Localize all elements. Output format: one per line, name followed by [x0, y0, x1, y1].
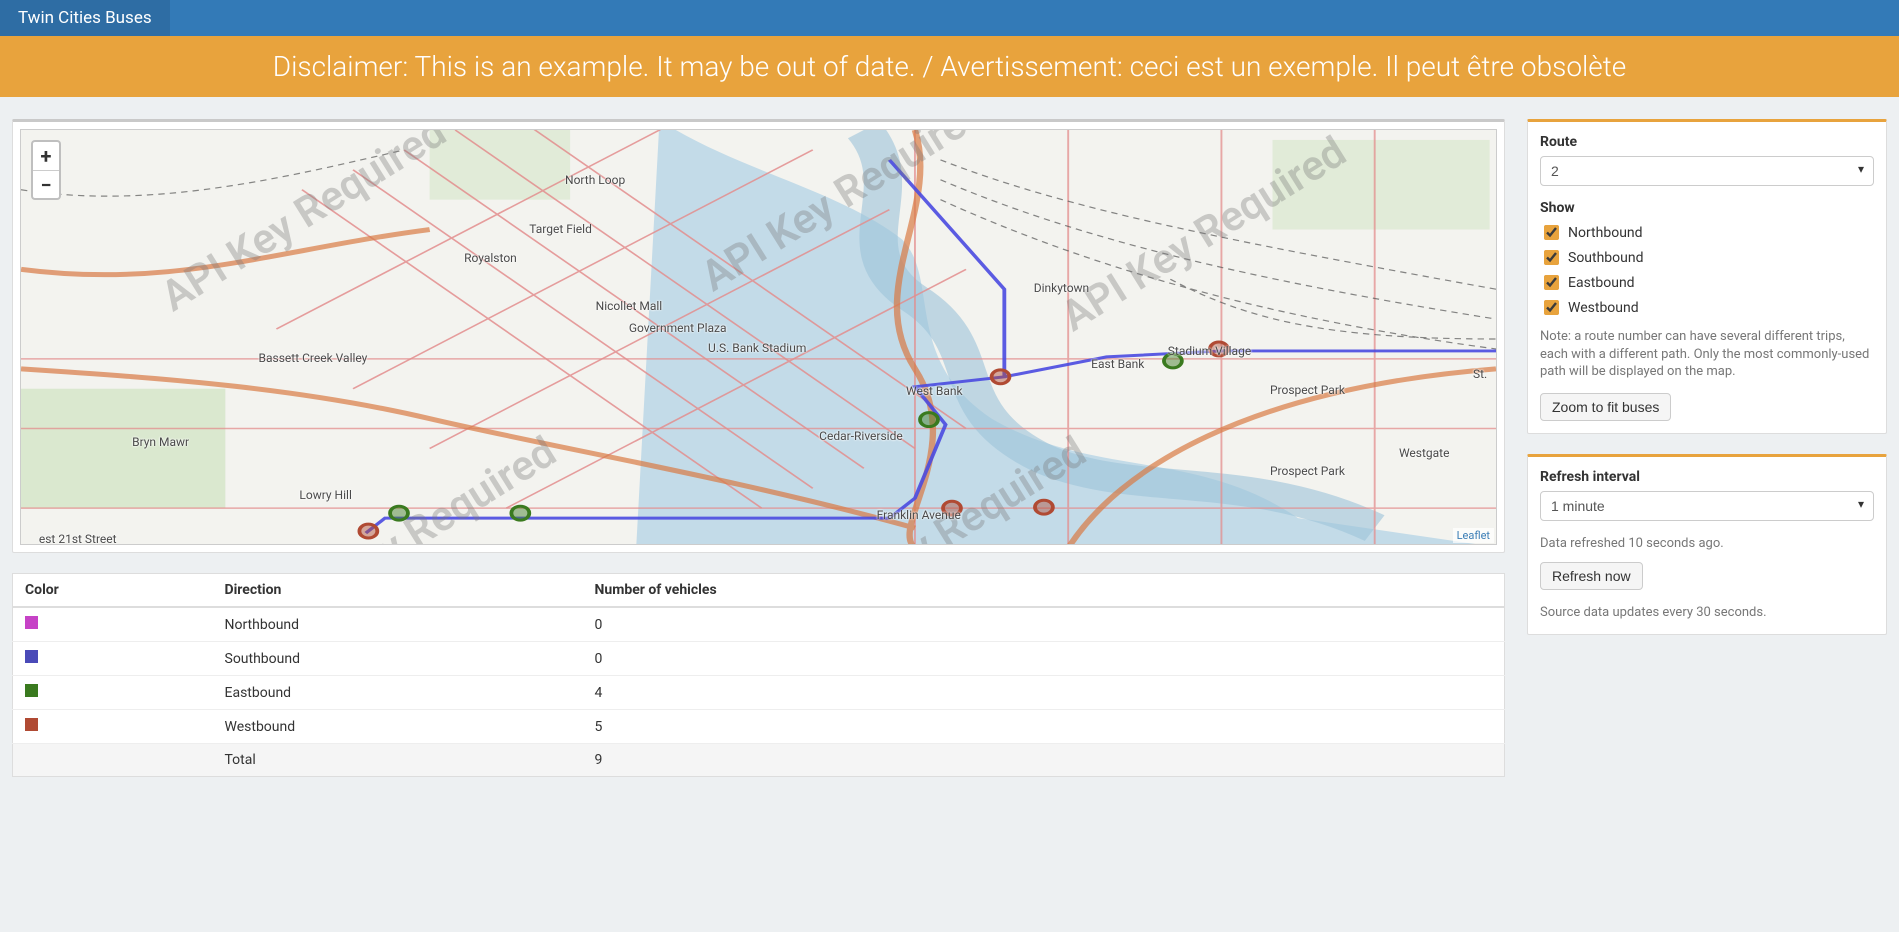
map-bus-layer — [21, 130, 1496, 544]
last-refreshed: Data refreshed 10 seconds ago. — [1540, 535, 1874, 553]
route-select[interactable]: 2 — [1540, 156, 1874, 186]
cell-count: 4 — [583, 676, 1505, 710]
refresh-now-button[interactable]: Refresh now — [1540, 562, 1643, 590]
place-label: Prospect Park — [1270, 383, 1345, 397]
refresh-panel: Refresh interval 1 minute Data refreshed… — [1527, 454, 1887, 635]
color-swatch — [25, 718, 38, 731]
route-label: Route — [1540, 134, 1874, 150]
direction-label: Northbound — [1568, 225, 1643, 241]
place-label: Stadium Village — [1168, 344, 1251, 358]
cell-direction: Northbound — [213, 607, 583, 642]
direction-label: Southbound — [1568, 250, 1644, 266]
table-row: Northbound0 — [13, 607, 1505, 642]
direction-checkbox[interactable] — [1544, 250, 1559, 265]
direction-check[interactable]: Eastbound — [1540, 272, 1874, 293]
direction-checkbox[interactable] — [1544, 300, 1559, 315]
refresh-select[interactable]: 1 minute — [1540, 491, 1874, 521]
route-panel: Route 2 Show Northbound Southbound Eastbou… — [1527, 119, 1887, 434]
zoom-control: + − — [31, 140, 61, 200]
th-color: Color — [13, 574, 213, 608]
zoom-out-button[interactable]: − — [33, 170, 59, 198]
color-swatch — [25, 684, 38, 697]
refresh-label: Refresh interval — [1540, 469, 1874, 485]
color-swatch — [25, 650, 38, 663]
bus-marker[interactable] — [920, 413, 938, 427]
direction-checkbox[interactable] — [1544, 225, 1559, 240]
place-label: Franklin Avenue — [877, 508, 961, 522]
place-label: Bassett Creek Valley — [259, 351, 368, 365]
map[interactable]: + − — [20, 129, 1497, 545]
route-note: Note: a route number can have several di… — [1540, 328, 1874, 381]
cell-count: 5 — [583, 710, 1505, 744]
bus-marker[interactable] — [511, 506, 529, 520]
place-label: U.S. Bank Stadium — [708, 341, 806, 355]
bus-marker[interactable] — [992, 370, 1010, 384]
place-label: Westgate — [1399, 446, 1450, 460]
bus-marker[interactable] — [1035, 500, 1053, 514]
cell-total-label: Total — [213, 744, 583, 777]
direction-label: Westbound — [1568, 300, 1639, 316]
place-label: West Bank — [906, 384, 963, 398]
place-label: St. — [1473, 367, 1487, 381]
show-label: Show — [1540, 200, 1874, 216]
cell-direction: Eastbound — [213, 676, 583, 710]
table-row: Eastbound4 — [13, 676, 1505, 710]
place-label: North Loop — [565, 173, 625, 187]
cell-direction: Westbound — [213, 710, 583, 744]
place-label: Prospect Park — [1270, 464, 1345, 478]
direction-check[interactable]: Northbound — [1540, 222, 1874, 243]
place-label: Lowry Hill — [299, 488, 351, 502]
map-attribution[interactable]: Leaflet — [1453, 528, 1494, 543]
color-swatch — [25, 616, 38, 629]
cell-count: 0 — [583, 607, 1505, 642]
navbar-brand[interactable]: Twin Cities Buses — [0, 0, 170, 36]
zoom-in-button[interactable]: + — [33, 142, 59, 170]
direction-check[interactable]: Westbound — [1540, 297, 1874, 318]
place-label: East Bank — [1091, 357, 1144, 371]
th-direction: Direction — [213, 574, 583, 608]
direction-checkbox[interactable] — [1544, 275, 1559, 290]
disclaimer-banner: Disclaimer: This is an example. It may b… — [0, 36, 1899, 97]
place-label: Government Plaza — [629, 321, 727, 335]
zoom-fit-button[interactable]: Zoom to fit buses — [1540, 393, 1671, 421]
bus-marker[interactable] — [359, 524, 377, 538]
bus-marker[interactable] — [390, 506, 408, 520]
vehicle-table: Color Direction Number of vehicles North… — [12, 573, 1505, 777]
cell-direction: Southbound — [213, 642, 583, 676]
place-label: Cedar-Riverside — [819, 429, 903, 443]
source-note: Source data updates every 30 seconds. — [1540, 604, 1874, 622]
th-count: Number of vehicles — [583, 574, 1505, 608]
place-label: Dinkytown — [1034, 281, 1089, 295]
place-label: Target Field — [529, 222, 592, 236]
place-label: Bryn Mawr — [132, 435, 189, 449]
cell-count: 0 — [583, 642, 1505, 676]
table-total-row: Total9 — [13, 744, 1505, 777]
cell-total-value: 9 — [583, 744, 1505, 777]
map-panel: + − — [12, 119, 1505, 553]
place-label: Nicollet Mall — [596, 299, 663, 313]
direction-check[interactable]: Southbound — [1540, 247, 1874, 268]
table-row: Westbound5 — [13, 710, 1505, 744]
place-label: est 21st Street — [39, 532, 117, 545]
navbar: Twin Cities Buses — [0, 0, 1899, 36]
direction-label: Eastbound — [1568, 275, 1635, 291]
table-row: Southbound0 — [13, 642, 1505, 676]
place-label: Royalston — [464, 251, 517, 265]
